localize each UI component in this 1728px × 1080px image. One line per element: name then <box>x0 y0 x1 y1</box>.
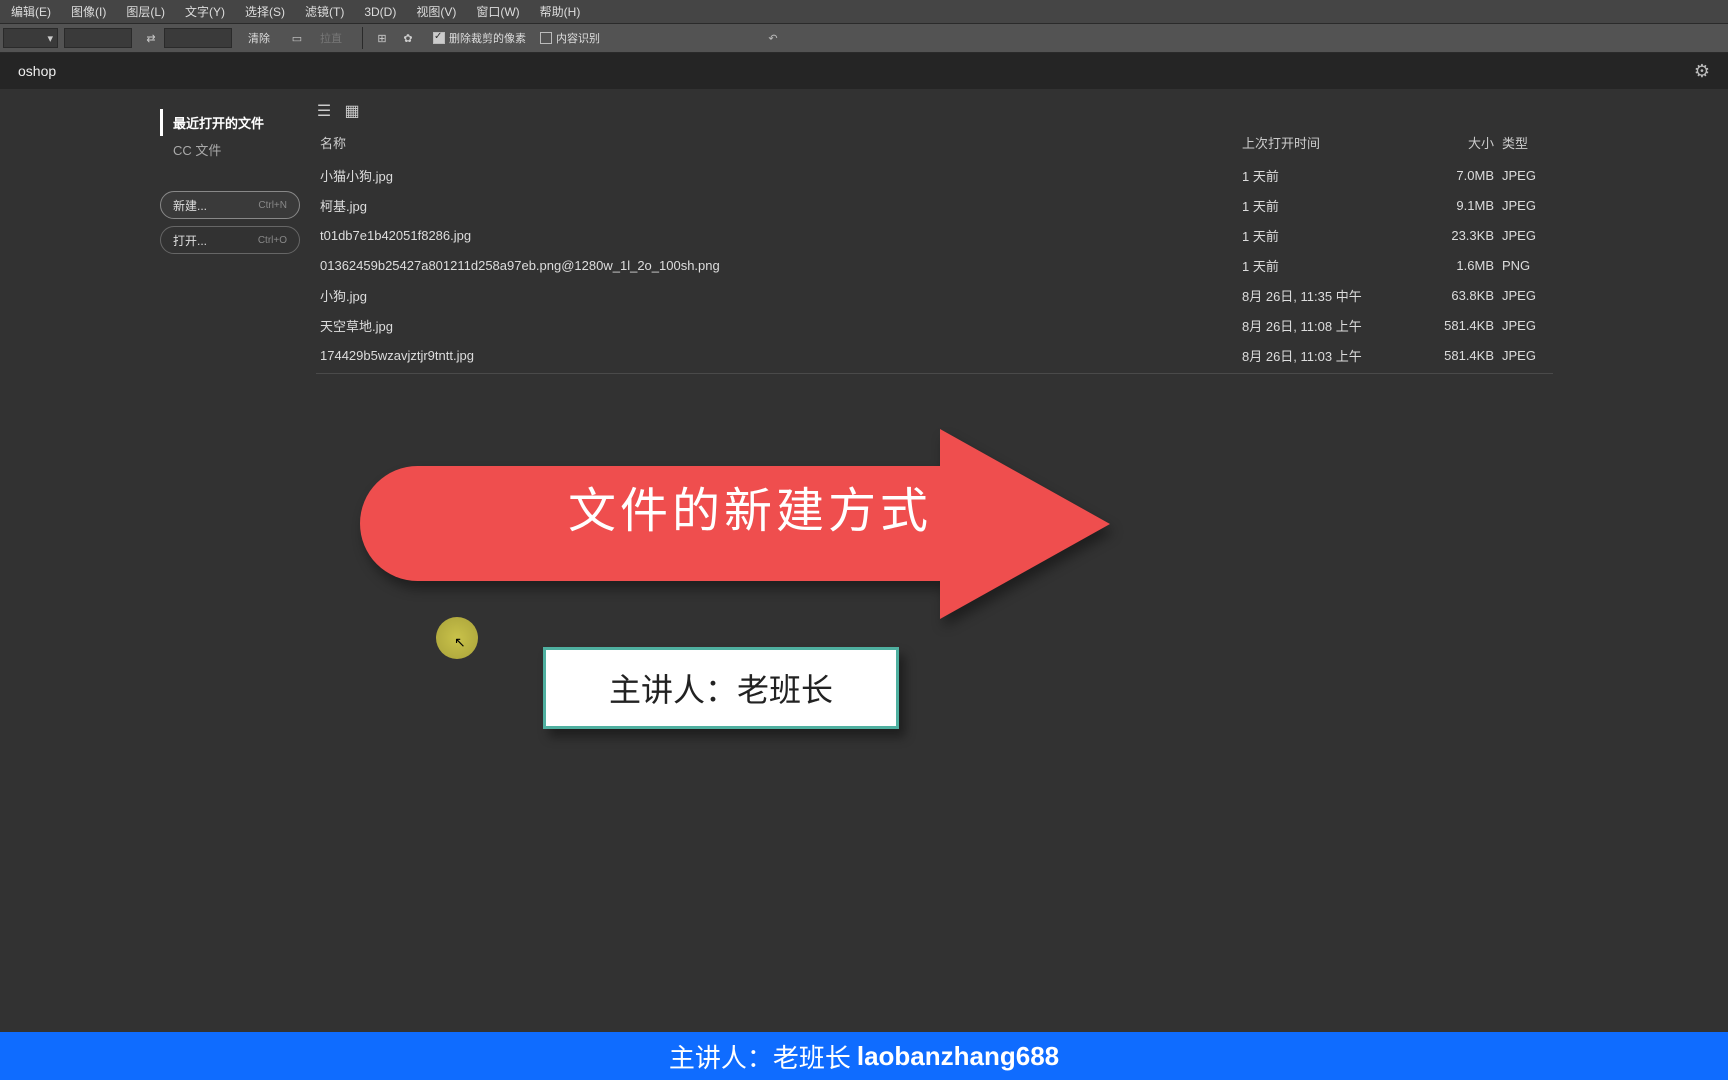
cell-type: JPEG <box>1498 311 1553 341</box>
width-input[interactable] <box>64 28 132 48</box>
cell-name: 小猫小狗.jpg <box>316 161 1238 191</box>
delete-cropped-checkbox[interactable] <box>433 32 445 44</box>
banner-id: laobanzhang688 <box>857 1041 1059 1072</box>
cell-type: JPEG <box>1498 161 1553 191</box>
table-row[interactable]: 柯基.jpg1 天前9.1MBJPEG <box>316 191 1553 221</box>
new-button-label: 新建... <box>173 197 207 214</box>
settings-icon[interactable]: ✿ <box>399 29 417 47</box>
table-row[interactable]: 小猫小狗.jpg1 天前7.0MBJPEG <box>316 161 1553 191</box>
col-opened[interactable]: 上次打开时间 <box>1238 125 1418 161</box>
home-sidebar: 最近打开的文件 CC 文件 新建... Ctrl+N 打开... Ctrl+O <box>160 109 300 261</box>
cell-name: 柯基.jpg <box>316 191 1238 221</box>
cell-type: JPEG <box>1498 281 1553 311</box>
sidebar-ccfiles[interactable]: CC 文件 <box>160 136 300 163</box>
app-title: oshop <box>18 63 56 79</box>
cell-size: 1.6MB <box>1418 251 1498 281</box>
home-header: oshop ⚙ <box>0 53 1728 89</box>
col-size[interactable]: 大小 <box>1418 125 1498 161</box>
menu-select[interactable]: 选择(S) <box>235 3 295 20</box>
cursor-pointer-icon: ↖ <box>454 634 466 651</box>
cell-opened: 8月 26日, 11:03 上午 <box>1238 341 1418 374</box>
cell-size: 23.3KB <box>1418 221 1498 251</box>
menu-image[interactable]: 图像(I) <box>61 3 116 20</box>
cell-type: PNG <box>1498 251 1553 281</box>
arrow-text: 文件的新建方式 <box>450 471 1050 541</box>
col-name[interactable]: 名称 <box>316 125 1238 161</box>
cell-opened: 8月 26日, 11:35 中午 <box>1238 281 1418 311</box>
height-input[interactable] <box>164 28 232 48</box>
list-view-icon[interactable]: ☰ <box>316 103 332 119</box>
menu-help[interactable]: 帮助(H) <box>530 3 591 20</box>
cell-opened: 1 天前 <box>1238 251 1418 281</box>
cell-size: 7.0MB <box>1418 161 1498 191</box>
menu-view[interactable]: 视图(V) <box>406 3 466 20</box>
delete-cropped-label: 删除裁剪的像素 <box>449 30 526 46</box>
cell-opened: 1 天前 <box>1238 161 1418 191</box>
table-row[interactable]: 天空草地.jpg8月 26日, 11:08 上午581.4KBJPEG <box>316 311 1553 341</box>
menu-layer[interactable]: 图层(L) <box>116 3 175 20</box>
content-aware-checkbox[interactable] <box>540 32 552 44</box>
cell-type: JPEG <box>1498 341 1553 374</box>
cell-type: JPEG <box>1498 221 1553 251</box>
gear-icon[interactable]: ⚙ <box>1694 61 1710 82</box>
menu-3d[interactable]: 3D(D) <box>354 5 406 19</box>
open-button-label: 打开... <box>173 232 207 249</box>
cell-name: 天空草地.jpg <box>316 311 1238 341</box>
cell-opened: 8月 26日, 11:08 上午 <box>1238 311 1418 341</box>
table-row[interactable]: 174429b5wzavjztjr9tntt.jpg8月 26日, 11:03 … <box>316 341 1553 374</box>
table-row[interactable]: t01db7e1b42051f8286.jpg1 天前23.3KBJPEG <box>316 221 1553 251</box>
swap-icon[interactable]: ⇄ <box>142 29 160 47</box>
title-arrow: 文件的新建方式 <box>360 429 1112 619</box>
straighten-label: 拉直 <box>310 27 352 49</box>
open-shortcut: Ctrl+O <box>258 235 287 246</box>
table-row[interactable]: 01362459b25427a801211d258a97eb.png@1280w… <box>316 251 1553 281</box>
cell-size: 581.4KB <box>1418 311 1498 341</box>
open-button[interactable]: 打开... Ctrl+O <box>160 226 300 254</box>
menu-text[interactable]: 文字(Y) <box>175 3 235 20</box>
cell-name: 小狗.jpg <box>316 281 1238 311</box>
menu-filter[interactable]: 滤镜(T) <box>295 3 354 20</box>
grid-icon[interactable]: ⊞ <box>373 29 391 47</box>
cell-size: 581.4KB <box>1418 341 1498 374</box>
cell-name: t01db7e1b42051f8286.jpg <box>316 221 1238 251</box>
sidebar-recent[interactable]: 最近打开的文件 <box>160 109 300 136</box>
speaker-box: 主讲人：老班长 <box>543 647 899 729</box>
content-aware-label: 内容识别 <box>556 30 600 46</box>
chevron-down-icon: ▾ <box>47 32 53 45</box>
recent-files-table: 名称 上次打开时间 大小 类型 小猫小狗.jpg1 天前7.0MBJPEG柯基.… <box>316 125 1553 374</box>
cell-name: 01362459b25427a801211d258a97eb.png@1280w… <box>316 251 1238 281</box>
menu-window[interactable]: 窗口(W) <box>466 3 529 20</box>
new-shortcut: Ctrl+N <box>258 200 287 211</box>
grid-view-icon[interactable]: ▦ <box>344 103 360 119</box>
new-button[interactable]: 新建... Ctrl+N <box>160 191 300 219</box>
menubar: 编辑(E) 图像(I) 图层(L) 文字(Y) 选择(S) 滤镜(T) 3D(D… <box>0 0 1728 23</box>
cell-size: 63.8KB <box>1418 281 1498 311</box>
cell-opened: 1 天前 <box>1238 221 1418 251</box>
bottom-banner: 主讲人：老班长 laobanzhang688 <box>0 1032 1728 1080</box>
cell-type: JPEG <box>1498 191 1553 221</box>
cell-size: 9.1MB <box>1418 191 1498 221</box>
straighten-icon[interactable]: ▭ <box>288 29 306 47</box>
recent-files-panel: ☰ ▦ 名称 上次打开时间 大小 类型 小猫小狗.jpg1 天前7.0MBJPE… <box>316 103 1553 374</box>
table-row[interactable]: 小狗.jpg8月 26日, 11:35 中午63.8KBJPEG <box>316 281 1553 311</box>
ratio-select[interactable]: ▾ <box>3 28 58 48</box>
options-bar: ▾ ⇄ 清除 ▭ 拉直 ⊞ ✿ 删除裁剪的像素 内容识别 ↶ <box>0 23 1728 53</box>
banner-label: 主讲人：老班长 <box>669 1038 851 1075</box>
col-type[interactable]: 类型 <box>1498 125 1553 161</box>
clear-button[interactable]: 清除 <box>238 27 280 49</box>
separator <box>362 27 363 49</box>
cell-opened: 1 天前 <box>1238 191 1418 221</box>
menu-edit[interactable]: 编辑(E) <box>1 3 61 20</box>
home-content: 最近打开的文件 CC 文件 新建... Ctrl+N 打开... Ctrl+O … <box>0 89 1728 1080</box>
undo-icon[interactable]: ↶ <box>764 29 782 47</box>
cell-name: 174429b5wzavjztjr9tntt.jpg <box>316 341 1238 374</box>
